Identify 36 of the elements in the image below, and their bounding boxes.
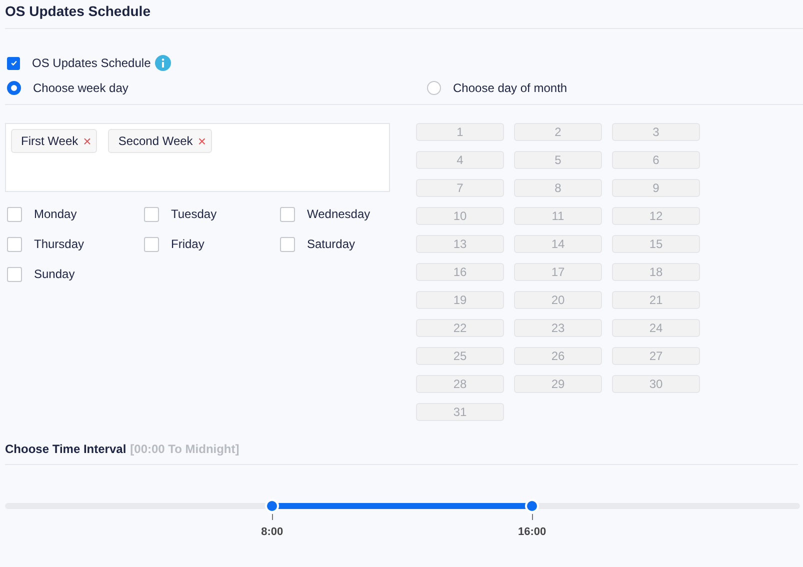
slider-handle[interactable] (525, 499, 540, 513)
remove-tag-button[interactable]: × (83, 135, 92, 147)
tick-mark (272, 514, 273, 520)
checkbox[interactable] (7, 56, 20, 70)
radio-label: Choose week day (33, 81, 128, 95)
checkbox-label: Wednesday (307, 207, 370, 221)
section-title: OS Updates Schedule (5, 3, 152, 19)
info-icon[interactable] (154, 55, 171, 71)
radio-label: Choose day of month (453, 81, 568, 95)
check-icon (10, 59, 18, 67)
checkbox-label: Thursday (34, 237, 84, 251)
checkbox[interactable] (144, 236, 159, 252)
tag-input-field[interactable]: First Week × Second Week × (5, 123, 390, 192)
checkbox[interactable] (7, 206, 22, 222)
checkbox-label: Saturday (307, 237, 356, 251)
radio-button[interactable] (427, 81, 441, 95)
checkbox-label: Tuesday (171, 207, 217, 221)
checkbox-label: Monday (34, 207, 77, 221)
radio-button[interactable] (7, 81, 21, 95)
slider-value-label: 8:00 (261, 526, 284, 538)
tag-label: Second Week (118, 134, 193, 148)
checkbox[interactable] (7, 266, 22, 282)
checkbox[interactable] (7, 236, 22, 252)
checkbox[interactable] (280, 206, 295, 222)
tag-label: First Week (21, 134, 78, 148)
remove-tag-button[interactable]: × (198, 135, 206, 147)
checkbox[interactable] (280, 236, 295, 252)
checkbox-label: Friday (171, 237, 204, 251)
checkbox[interactable] (144, 206, 159, 222)
time-interval-label: Choose Time Interval (5, 442, 126, 456)
time-interval-hint: [00:00 To Midnight] (130, 442, 240, 456)
slider-value-label: 16:00 (518, 526, 546, 538)
slider-handle[interactable] (265, 499, 280, 513)
checkbox-label: OS Updates Schedule (32, 56, 151, 70)
checkbox-label: Sunday (34, 267, 75, 281)
tick-mark (532, 514, 533, 520)
